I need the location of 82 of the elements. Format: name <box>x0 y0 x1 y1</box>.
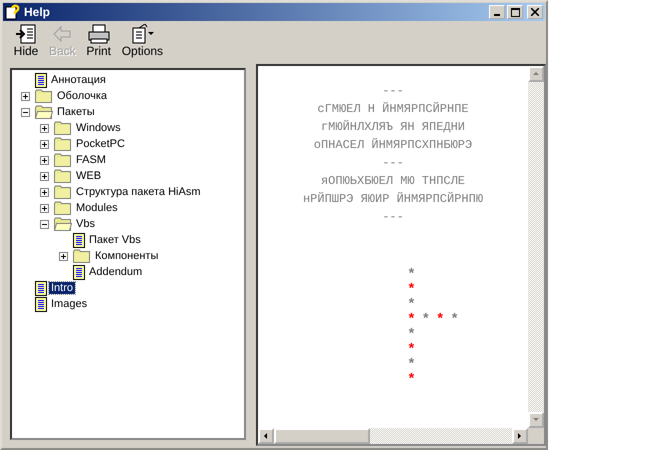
document-icon <box>35 280 47 296</box>
close-icon <box>531 8 539 16</box>
tree-item[interactable]: Пакеты <box>55 106 97 118</box>
expand-icon[interactable] <box>59 252 68 260</box>
tree-item[interactable]: Addendum <box>87 266 144 278</box>
tree-item[interactable]: Vbs <box>74 218 97 230</box>
tree-item[interactable]: WEB <box>74 170 104 182</box>
vertical-scrollbar[interactable] <box>528 66 544 428</box>
up-arrow-icon <box>533 71 539 77</box>
asterisk: * <box>450 313 459 328</box>
expand-icon[interactable] <box>40 204 49 212</box>
topic-text: яОПЮЬХБЮЕЛ МЮ ТНПСЛЕ <box>320 173 466 190</box>
collapse-icon[interactable] <box>21 108 30 116</box>
asterisk: * <box>407 298 416 313</box>
document-icon <box>35 72 47 88</box>
scroll-up-button[interactable] <box>528 66 544 82</box>
horizontal-scrollbar[interactable] <box>258 428 528 444</box>
scroll-thumb[interactable] <box>274 428 370 444</box>
maximize-button[interactable] <box>507 5 523 19</box>
scroll-right-button[interactable] <box>512 428 528 444</box>
open-folder-icon <box>54 217 72 231</box>
asterisk: * <box>407 343 416 358</box>
topic-text: нРЙПШРЭ ЯЮИР ЙНМЯРПСЙРНПЮ <box>302 191 484 208</box>
expand-icon[interactable] <box>21 92 30 100</box>
print-button[interactable]: Print <box>82 24 115 62</box>
expand-icon[interactable] <box>40 156 49 164</box>
folder-icon <box>54 169 72 183</box>
folder-icon <box>54 137 72 151</box>
topic-text: гМЮЙНЛХЛЯЪ ЯН ЯПЕДНИ <box>320 119 466 136</box>
tree-item[interactable]: Структура пакета HiAsm <box>74 186 202 198</box>
tree-item[interactable]: PocketPC <box>74 138 127 150</box>
window-title: Help <box>24 5 50 19</box>
asterisk: * <box>407 283 416 298</box>
folder-icon <box>35 89 53 103</box>
folder-icon <box>54 185 72 199</box>
open-folder-icon <box>35 105 53 119</box>
printer-icon <box>86 24 112 44</box>
tree-item[interactable]: Intro <box>49 282 76 294</box>
tree-item[interactable]: Компоненты <box>93 250 160 262</box>
tree-item[interactable]: Windows <box>74 122 123 134</box>
document-icon <box>73 232 85 248</box>
down-arrow-icon <box>533 417 539 423</box>
folder-icon <box>54 153 72 167</box>
asterisk: * <box>407 313 416 328</box>
topic-text: оПНАСЕЛ ЙНМЯРПСХПНБЮРЭ <box>314 137 472 154</box>
folder-icon <box>73 249 91 263</box>
topic-text: --- <box>382 209 404 226</box>
expand-icon[interactable] <box>40 188 49 196</box>
asterisk: * <box>407 268 416 283</box>
asterisk: * <box>407 328 416 343</box>
tree-item[interactable]: Аннотация <box>49 74 108 86</box>
scroll-left-button[interactable] <box>258 428 274 444</box>
topic-text: --- <box>382 83 404 100</box>
expand-icon[interactable] <box>40 140 49 148</box>
topic-text: --- <box>382 155 404 172</box>
tree-item[interactable]: Пакет Vbs <box>87 234 143 246</box>
topic-text: сГМЮЕЛ Н ЙНМЯРПСЙРНПЕ <box>317 101 469 118</box>
right-arrow-icon <box>517 433 523 439</box>
document-icon <box>35 296 47 312</box>
collapse-icon[interactable] <box>40 220 49 228</box>
expand-icon[interactable] <box>40 124 49 132</box>
tree-item[interactable]: FASM <box>74 154 108 166</box>
asterisk: * <box>407 358 416 373</box>
maximize-icon <box>510 8 520 16</box>
options-button[interactable]: Options <box>118 24 166 62</box>
tree-item[interactable]: Modules <box>74 202 120 214</box>
expand-icon[interactable] <box>40 172 49 180</box>
scroll-down-button[interactable] <box>528 412 544 428</box>
close-button[interactable] <box>527 5 543 19</box>
minimize-button[interactable] <box>489 5 505 19</box>
tree-item[interactable]: Images <box>49 298 90 310</box>
asterisk: * <box>422 313 430 328</box>
help-file-icon <box>5 4 21 20</box>
asterisk: * <box>436 313 444 328</box>
folder-icon <box>54 121 72 135</box>
scrollbar-corner <box>528 428 544 444</box>
left-arrow-icon <box>263 433 269 439</box>
hide-button[interactable]: Hide <box>10 24 42 62</box>
document-icon <box>73 264 85 280</box>
folder-icon <box>54 201 72 215</box>
tree-item[interactable]: Оболочка <box>55 90 110 102</box>
asterisk: * <box>407 373 416 388</box>
